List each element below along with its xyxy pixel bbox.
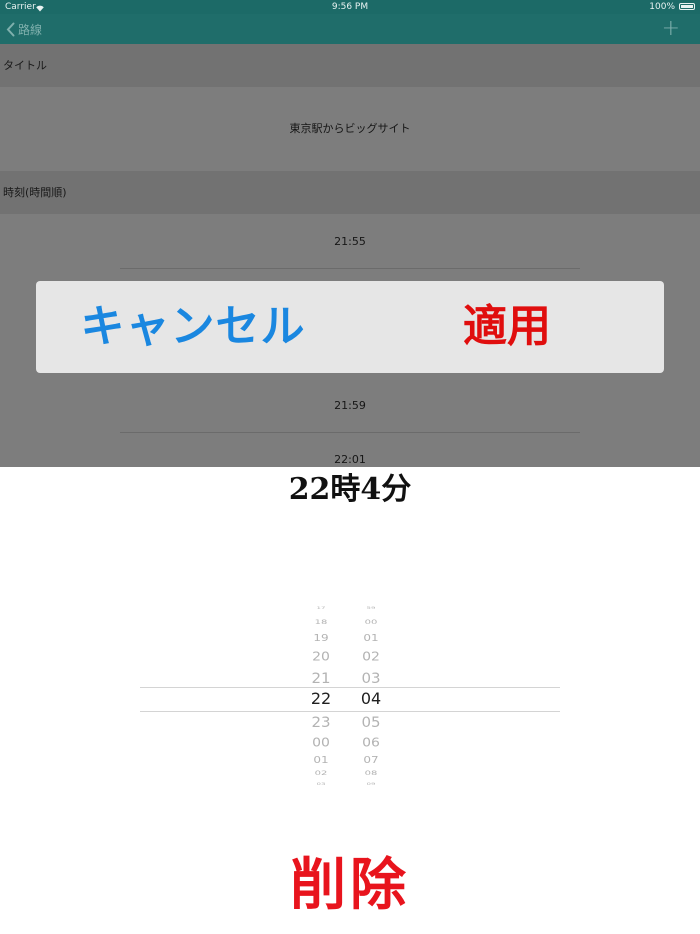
minute-option-selected[interactable]: 04 (341, 690, 401, 708)
apply-button[interactable]: 適用 (350, 281, 664, 373)
time-picker[interactable]: 17 18 19 20 21 22 23 00 01 02 03 59 00 01 02 03 04 05 06 0… (140, 600, 560, 796)
minute-option[interactable]: 02 (341, 650, 401, 664)
minute-option[interactable]: 05 (341, 714, 401, 730)
time-row[interactable]: 21:59 (0, 379, 700, 433)
section-header-times: 時刻(時間順) (0, 171, 700, 214)
battery-icon (679, 3, 695, 10)
minute-option[interactable]: 03 (341, 670, 401, 686)
picker-title: 22時4分 (288, 472, 412, 507)
minute-option[interactable]: 01 (341, 633, 401, 644)
background-app: Carrier 9:56 PM 100% 路線 + タイトル 東京駅からビッグサ… (0, 0, 700, 467)
minute-option[interactable]: 06 (341, 736, 401, 750)
status-bar: Carrier 9:56 PM 100% (0, 0, 700, 14)
section-header-title: タイトル (0, 44, 700, 87)
alert-button-bar: キャンセル 適用 (36, 281, 664, 373)
cancel-button[interactable]: キャンセル (36, 281, 350, 373)
back-button-label: 路線 (18, 22, 43, 37)
time-row[interactable]: 22:01 (0, 444, 700, 467)
status-battery-text: 100% (649, 2, 675, 12)
chevron-left-icon (6, 22, 15, 37)
back-button[interactable]: 路線 (6, 20, 42, 38)
minute-option[interactable]: 08 (341, 770, 401, 777)
minute-option[interactable]: 59 (341, 606, 401, 610)
status-time: 9:56 PM (331, 2, 369, 12)
row-divider (120, 268, 580, 269)
add-button[interactable]: + (662, 18, 680, 40)
title-cell[interactable]: 東京駅からビッグサイト (0, 87, 700, 171)
navigation-bar: 路線 + (0, 14, 700, 44)
row-divider (120, 432, 580, 433)
minute-option[interactable]: 07 (341, 755, 401, 766)
minute-option[interactable]: 00 (341, 619, 401, 626)
table-view: タイトル 東京駅からビッグサイト 時刻(時間順) 21:55 21:59 22:… (0, 44, 700, 467)
minute-option[interactable]: 09 (341, 782, 401, 786)
minute-wheel[interactable]: 59 00 01 02 03 04 05 06 07 08 09 (341, 600, 401, 796)
time-row[interactable]: 21:55 (0, 214, 700, 270)
delete-button[interactable]: 削除 (0, 850, 700, 920)
